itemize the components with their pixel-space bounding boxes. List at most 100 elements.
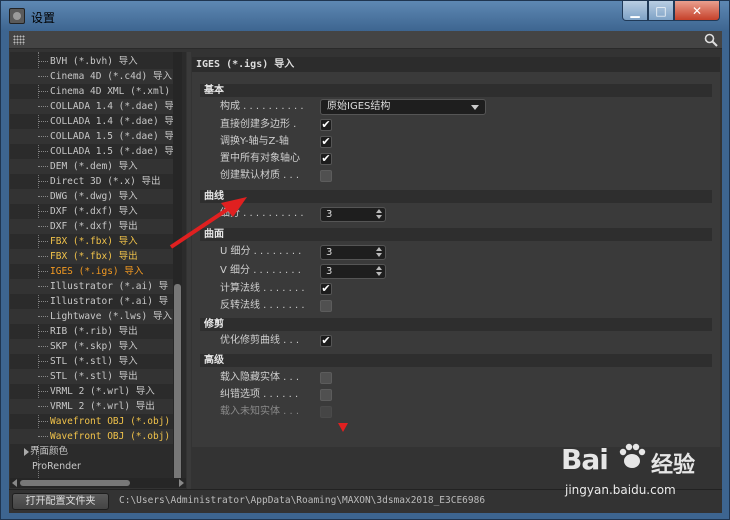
tree-item[interactable]: DEM (*.dem) 导入 bbox=[10, 159, 182, 174]
spin-arrows-icon[interactable] bbox=[376, 247, 382, 258]
tree-item[interactable]: Lightwave (*.lws) 导入 bbox=[10, 309, 182, 324]
curve-subdiv-stepper[interactable]: 3 bbox=[320, 207, 386, 222]
tree-item[interactable]: DWG (*.dwg) 导入 bbox=[10, 189, 182, 204]
optimize-trim-checkbox[interactable]: ✔ bbox=[320, 335, 332, 347]
grip-icon[interactable] bbox=[13, 35, 25, 45]
center-axes-checkbox[interactable]: ✔ bbox=[320, 153, 332, 165]
tree-item[interactable]: Wavefront OBJ (*.obj) bbox=[10, 414, 182, 429]
curve-subdiv-value: 3 bbox=[326, 209, 333, 220]
calc-normals-checkbox[interactable]: ✔ bbox=[320, 283, 332, 295]
load-unknown-checkbox bbox=[320, 406, 332, 418]
tree-item[interactable]: DXF (*.dxf) 导出 bbox=[10, 219, 182, 234]
tree-connector bbox=[38, 436, 48, 437]
tree-item[interactable]: Illustrator (*.ai) 导 bbox=[10, 294, 182, 309]
reverse-normals-checkbox[interactable] bbox=[320, 300, 332, 312]
section-advanced[interactable]: 高级 bbox=[200, 354, 712, 367]
tree-item-label: FBX (*.fbx) 导入 bbox=[50, 236, 138, 247]
pane-splitter[interactable] bbox=[187, 52, 191, 489]
section-curve[interactable]: 曲线 bbox=[200, 190, 712, 203]
expand-arrow-icon[interactable] bbox=[24, 448, 29, 456]
close-button[interactable]: ✕ bbox=[674, 1, 720, 21]
tree-item-label: DWG (*.dwg) 导入 bbox=[50, 191, 138, 202]
tree-item-label: FBX (*.fbx) 导出 bbox=[50, 251, 138, 262]
section-trim[interactable]: 修剪 bbox=[200, 318, 712, 331]
open-config-folder-button[interactable]: 打开配置文件夹 bbox=[12, 493, 109, 510]
tree-item-label: STL (*.stl) 导出 bbox=[50, 371, 138, 382]
tree-connector bbox=[38, 61, 48, 62]
load-hidden-checkbox[interactable] bbox=[320, 372, 332, 384]
tree-connector bbox=[38, 271, 48, 272]
tree-item-label: COLLADA 1.5 (*.dae) 导 bbox=[50, 146, 174, 157]
tree-item[interactable]: FBX (*.fbx) 导入 bbox=[10, 234, 182, 249]
tree-item[interactable]: RIB (*.rib) 导出 bbox=[10, 324, 182, 339]
search-icon[interactable] bbox=[704, 33, 718, 47]
tree-item[interactable]: Cinema 4D (*.c4d) 导入 bbox=[10, 69, 182, 84]
tree-connector bbox=[38, 151, 48, 152]
spin-arrows-icon[interactable] bbox=[376, 209, 382, 220]
maximize-button[interactable]: □ bbox=[648, 1, 674, 21]
tree-connector bbox=[38, 136, 48, 137]
create-polygons-label: 直接创建多边形 . bbox=[220, 119, 297, 130]
tree-connector bbox=[38, 391, 48, 392]
tree-item[interactable]: IGES (*.igs) 导入 bbox=[10, 264, 182, 279]
horizontal-scroll-thumb[interactable] bbox=[20, 480, 130, 486]
vertical-scroll-thumb[interactable] bbox=[174, 284, 181, 480]
tree-item-label: COLLADA 1.4 (*.dae) 导 bbox=[50, 101, 174, 112]
tree-item[interactable]: COLLADA 1.5 (*.dae) 导 bbox=[10, 129, 182, 144]
load-hidden-label: 载入隐藏实体 . . . bbox=[220, 372, 300, 383]
tree-connector bbox=[38, 91, 48, 92]
tree-item[interactable]: VRML 2 (*.wrl) 导入 bbox=[10, 384, 182, 399]
v-subdiv-label: V 细分 . . . . . . . . bbox=[220, 265, 301, 276]
v-subdiv-stepper[interactable]: 3 bbox=[320, 264, 386, 279]
tree-item[interactable]: STL (*.stl) 导入 bbox=[10, 354, 182, 369]
tree-item-label: Wavefront OBJ (*.obj) bbox=[50, 416, 171, 427]
vertical-scrollbar[interactable] bbox=[173, 52, 182, 480]
scroll-right-icon[interactable] bbox=[179, 479, 184, 487]
tree-item[interactable]: BVH (*.bvh) 导入 bbox=[10, 54, 182, 69]
tree-item-top[interactable]: 界面颜色 bbox=[10, 444, 182, 459]
tree-item[interactable]: Illustrator (*.ai) 导 bbox=[10, 279, 182, 294]
u-subdiv-value: 3 bbox=[326, 247, 333, 258]
tree-item[interactable]: COLLADA 1.4 (*.dae) 导 bbox=[10, 114, 182, 129]
tree-item-label: COLLADA 1.5 (*.dae) 导 bbox=[50, 131, 174, 142]
tree-item[interactable]: COLLADA 1.4 (*.dae) 导 bbox=[10, 99, 182, 114]
tree-item-label: DXF (*.dxf) 导入 bbox=[50, 206, 138, 217]
u-subdiv-stepper[interactable]: 3 bbox=[320, 245, 386, 260]
section-surface[interactable]: 曲面 bbox=[200, 228, 712, 241]
paw-icon bbox=[619, 443, 646, 468]
title-bar[interactable]: 设置 ▁ □ ✕ bbox=[1, 1, 730, 31]
tree-item-label: VRML 2 (*.wrl) 导入 bbox=[50, 386, 155, 397]
tree-item-label: Lightwave (*.lws) 导入 bbox=[50, 311, 172, 322]
tree-connector bbox=[38, 331, 48, 332]
minimize-button[interactable]: ▁ bbox=[622, 1, 648, 21]
tree-connector bbox=[38, 346, 48, 347]
tree-item[interactable]: Cinema 4D XML (*.xml) bbox=[10, 84, 182, 99]
v-subdiv-value: 3 bbox=[326, 266, 333, 277]
section-basic[interactable]: 基本 bbox=[200, 84, 712, 97]
tree-item[interactable]: Direct 3D (*.x) 导出 bbox=[10, 174, 182, 189]
tree-item[interactable]: Wavefront OBJ (*.obj) bbox=[10, 429, 182, 444]
tree-item-label: BVH (*.bvh) 导入 bbox=[50, 56, 138, 67]
scroll-left-icon[interactable] bbox=[12, 479, 17, 487]
tree-item-label: Illustrator (*.ai) 导 bbox=[50, 281, 169, 292]
tree-item[interactable]: DXF (*.dxf) 导入 bbox=[10, 204, 182, 219]
error-options-checkbox[interactable] bbox=[320, 389, 332, 401]
tree-item-top[interactable]: ProRender bbox=[10, 459, 182, 474]
tree-item[interactable]: COLLADA 1.5 (*.dae) 导 bbox=[10, 144, 182, 159]
spin-arrows-icon[interactable] bbox=[376, 266, 382, 277]
tree-item[interactable]: STL (*.stl) 导出 bbox=[10, 369, 182, 384]
tree-connector bbox=[38, 121, 48, 122]
tree-connector bbox=[38, 226, 48, 227]
structure-dropdown[interactable]: 原始IGES结构 bbox=[320, 99, 486, 115]
default-material-checkbox[interactable] bbox=[320, 170, 332, 182]
tree-item[interactable]: SKP (*.skp) 导入 bbox=[10, 339, 182, 354]
error-options-label: 纠错选项 . . . . . . bbox=[220, 389, 299, 400]
config-path: C:\Users\Administrator\AppData\Roaming\M… bbox=[119, 495, 486, 506]
horizontal-scrollbar[interactable] bbox=[10, 478, 186, 488]
tree-connector bbox=[38, 301, 48, 302]
create-polygons-checkbox[interactable]: ✔ bbox=[320, 119, 332, 131]
swap-axes-checkbox[interactable]: ✔ bbox=[320, 136, 332, 148]
tree-item[interactable]: FBX (*.fbx) 导出 bbox=[10, 249, 182, 264]
tree-item[interactable]: VRML 2 (*.wrl) 导出 bbox=[10, 399, 182, 414]
tree-connector bbox=[38, 166, 48, 167]
